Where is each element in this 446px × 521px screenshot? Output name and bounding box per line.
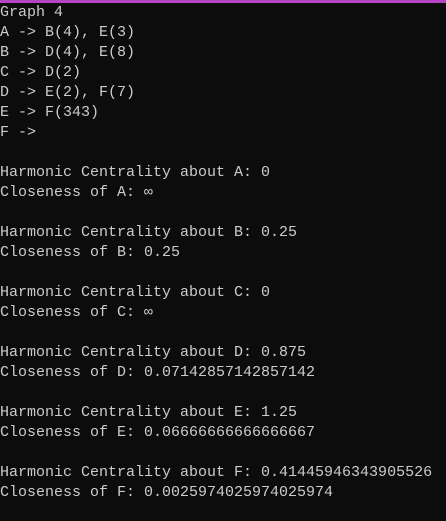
console-line: Harmonic Centrality about F: 0.414459463… xyxy=(0,464,433,481)
console-line: Graph 4 xyxy=(0,4,64,21)
console-line: C -> D(2) xyxy=(0,64,82,81)
console-line: E -> F(343) xyxy=(0,104,100,121)
console-line: B -> D(4), E(8) xyxy=(0,44,136,61)
console-line: D -> E(2), F(7) xyxy=(0,84,136,101)
console-line: Harmonic Centrality about E: 1.25 xyxy=(0,404,298,421)
console-line: Closeness of E: 0.06666666666666667 xyxy=(0,424,316,441)
console-line: Harmonic Centrality about C: 0 xyxy=(0,284,271,301)
console-line: Closeness of F: 0.0025974025974025974 xyxy=(0,484,334,501)
console-line: Closeness of C: ∞ xyxy=(0,304,154,321)
console-output[interactable]: Graph 4 A -> B(4), E(3) B -> D(4), E(8) C -… xyxy=(0,3,446,503)
console-line: A -> B(4), E(3) xyxy=(0,24,136,41)
console-line: Closeness of B: 0.25 xyxy=(0,244,181,261)
console-line: Harmonic Centrality about A: 0 xyxy=(0,164,271,181)
console-line: Harmonic Centrality about B: 0.25 xyxy=(0,224,298,241)
console-line: F -> xyxy=(0,124,37,141)
console-line: Closeness of A: ∞ xyxy=(0,184,154,201)
console-line: Harmonic Centrality about D: 0.875 xyxy=(0,344,307,361)
console-line: Closeness of D: 0.07142857142857142 xyxy=(0,364,316,381)
